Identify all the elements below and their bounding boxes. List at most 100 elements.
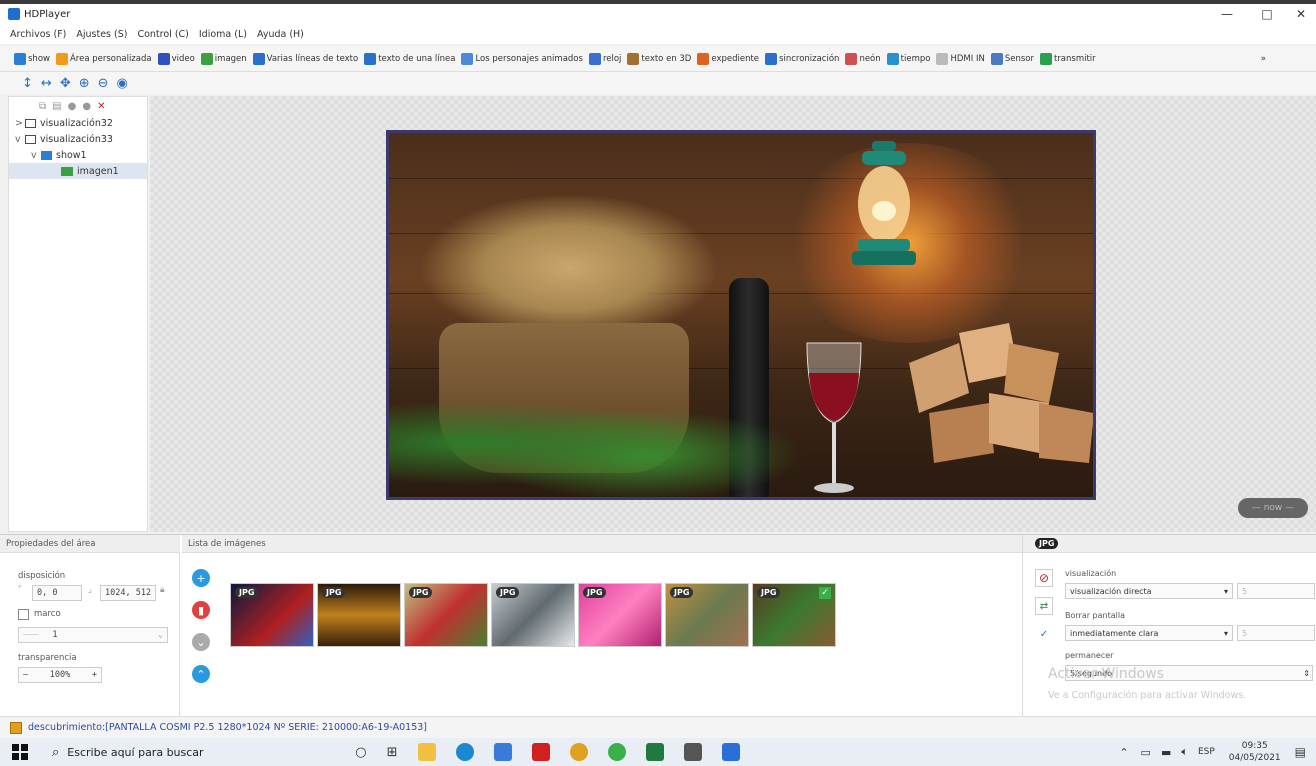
increase-button[interactable]: + [92,670,97,680]
position-field[interactable]: 0, 0 [32,585,82,601]
task-view-icon[interactable]: ○ [355,745,366,760]
move-down-button[interactable]: ⌄ [192,633,210,651]
toolbar-item-label: expediente [711,53,760,64]
toolbar-item-14[interactable]: Sensor [990,52,1034,65]
toolbar-item-13[interactable]: HDMI IN [936,52,985,65]
menu-idioma[interactable]: Idioma (L) [199,29,247,40]
spinner-icon[interactable]: ⇕ [1303,669,1310,678]
delete-icon[interactable]: ✕ [97,101,105,112]
decrease-button[interactable]: — [23,670,28,680]
excel-icon[interactable] [645,743,664,761]
effects-header: JPG [1023,535,1316,553]
image-thumbnail[interactable]: JPG [491,583,575,647]
add-image-button[interactable]: + [192,569,210,587]
taskbar-search-input[interactable]: Escribe aquí para buscar [67,746,317,759]
hdplayer-taskbar-icon[interactable] [531,743,550,761]
clear-speed-select[interactable]: 5 [1237,625,1315,641]
delete-image-button[interactable]: ▮ [192,601,210,619]
toolbar-item-11[interactable]: neón [845,52,881,65]
tree-expander[interactable]: v [15,134,25,145]
toolbar-item-9[interactable]: expediente [697,52,760,65]
maximize-button[interactable]: □ [1252,4,1282,24]
wechat-icon[interactable] [607,743,626,761]
edge-icon[interactable] [455,743,474,761]
position-label: disposición [18,571,66,581]
menu-ajustes[interactable]: Ajustes (S) [76,29,127,40]
copy-icon[interactable]: ⧉ [39,101,46,112]
lock-icon[interactable]: 🔒︎ [160,585,165,595]
image-thumbnail[interactable]: JPG [317,583,401,647]
move-down-icon[interactable]: ● [82,101,91,112]
toolbar-item-label: transmitir [1053,53,1096,64]
battery-icon[interactable]: ▬ [1161,746,1171,759]
center-icon[interactable]: ◉ [117,76,128,91]
calculator-icon[interactable] [683,743,702,761]
toolbar-item-0[interactable]: show [14,52,50,65]
menu-archivos[interactable]: Archivos (F) [10,29,66,40]
image-thumbnail[interactable]: JPG [665,583,749,647]
tree-expander[interactable]: > [15,118,25,129]
tray-chevron-icon[interactable]: ⌃ [1119,746,1128,759]
toolbar-item-10[interactable]: sincronización [765,52,839,65]
network-icon[interactable]: ▭ [1141,746,1151,759]
transparency-stepper[interactable]: — 100% + [18,667,102,683]
minimize-button[interactable]: — [1212,4,1242,24]
tree-expander[interactable]: v [31,150,41,161]
store-icon[interactable] [493,743,512,761]
move-icon[interactable]: ✥ [60,76,71,91]
clear-effect-select[interactable]: inmediatamente clara ▾ [1065,625,1233,641]
menu-ayuda[interactable]: Ayuda (H) [257,29,304,40]
image-thumbnail[interactable]: JPG [404,583,488,647]
zoom-in-icon[interactable]: ⊕ [79,76,90,91]
frame-checkbox[interactable] [18,609,29,620]
toolbar-item-4[interactable]: Varias líneas de texto [252,52,358,65]
chrome-icon[interactable] [569,743,588,761]
windows-start-icon[interactable] [12,744,28,760]
editing-canvas[interactable]: — now — [150,96,1316,532]
no-effect-icon[interactable]: ⊘ [1035,569,1053,587]
checkmark-icon[interactable]: ✓ [1035,625,1053,643]
display-speed-select[interactable]: 5 [1237,583,1315,599]
zoom-out-icon[interactable]: ⊖ [98,76,109,91]
align-vertical-icon[interactable]: ↕ [22,76,33,91]
display-effect-select[interactable]: visualización directa ▾ [1065,583,1233,599]
volume-icon[interactable]: 🔈︎ [1181,745,1188,759]
clock[interactable]: 09:35 04/05/2021 [1229,740,1281,764]
tree-item-visualizacion32[interactable]: > visualización32 [9,115,147,131]
toolbar-item-1[interactable]: Área personalizada [55,52,152,65]
hdplayer-window: HDPlayer — □ ✕ Archivos (F) Ajustes (S) … [0,0,1316,766]
toolbar-item-7[interactable]: reloj [588,52,621,65]
toolbar-item-15[interactable]: transmitir [1039,52,1096,65]
toolbar-item-12[interactable]: tiempo [886,52,930,65]
menu-control[interactable]: Control (C) [137,29,188,40]
tree-item-visualizacion33[interactable]: v visualización33 [9,131,147,147]
tree-item-show1[interactable]: v show1 [9,147,147,163]
move-up-icon[interactable]: ● [68,101,77,112]
shuffle-icon[interactable]: ⇄ [1035,597,1053,615]
image-thumbnail[interactable]: JPG [578,583,662,647]
toolbar-item-6[interactable]: Los personajes animados [461,52,583,65]
toolbar-item-8[interactable]: texto en 3D [627,52,691,65]
tree-item-imagen1[interactable]: imagen1 [9,163,147,179]
close-button[interactable]: ✕ [1286,4,1316,24]
frame-select[interactable]: ——— 1 ⌄ [18,627,168,643]
toolbar-item-5[interactable]: texto de una línea [364,52,455,65]
toolbar-overflow-button[interactable]: » [1261,54,1266,64]
size-field[interactable]: 1024, 512 [100,585,156,601]
file-explorer-icon[interactable] [417,743,436,761]
image-thumbnail[interactable]: JPG [230,583,314,647]
image-thumbnail[interactable]: JPG ✓ [752,583,836,647]
jpg-tag: JPG [583,587,607,598]
frame-line-preview: ——— [23,630,39,640]
task-manager-icon[interactable]: ⊞ [387,745,398,760]
align-horizontal-icon[interactable]: ↔ [41,76,52,91]
paste-icon[interactable]: ▤ [52,101,61,112]
toolbar-item-2[interactable]: video [157,52,195,65]
notifications-icon[interactable]: ▤ [1295,745,1306,759]
now-button[interactable]: — now — [1238,498,1308,518]
language-indicator[interactable]: ESP [1198,747,1215,757]
move-up-button[interactable]: ⌃ [192,665,210,683]
photos-icon[interactable] [721,743,740,761]
image-preview[interactable] [386,130,1096,500]
toolbar-item-3[interactable]: imagen [200,52,247,65]
